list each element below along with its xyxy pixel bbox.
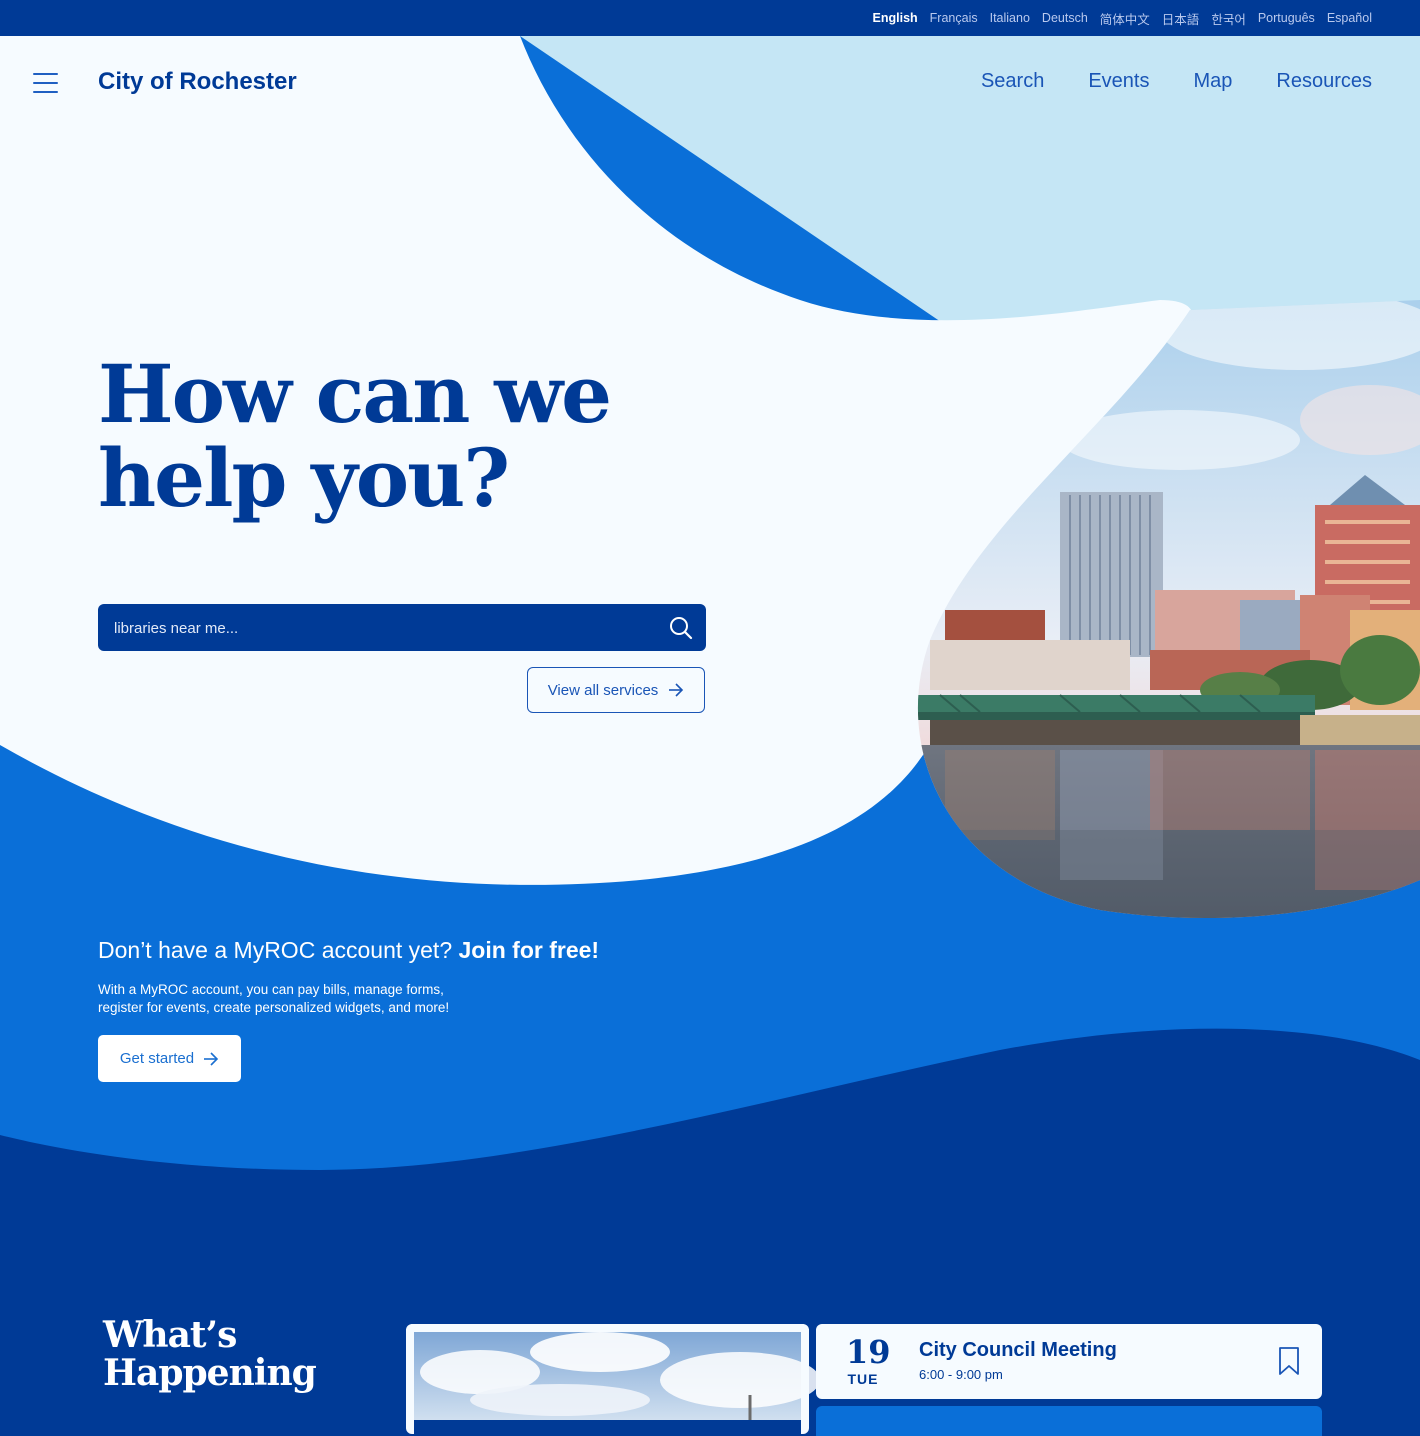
search-bar [98, 604, 706, 653]
language-korean[interactable]: 한국어 [1211, 9, 1246, 28]
language-bar: English Français Italiano Deutsch 简体中文 日… [0, 0, 1420, 36]
event-card-next[interactable] [816, 1406, 1322, 1436]
whats-happening-title-line1: What’s [103, 1314, 237, 1356]
event-day: 19 [846, 1333, 891, 1371]
event-card[interactable]: 19 TUE City Council Meeting 6:00 - 9:00 … [816, 1324, 1322, 1399]
whats-happening-title: What’s Happening [103, 1316, 363, 1392]
account-cta-description-line2: register for events, create personalized… [98, 1000, 450, 1015]
language-deutsch[interactable]: Deutsch [1042, 11, 1088, 25]
nav-resources[interactable]: Resources [1276, 70, 1372, 93]
account-cta-title-emphasis: Join for free! [458, 937, 600, 963]
language-english[interactable]: English [873, 11, 918, 25]
view-all-services-label: View all services [547, 681, 659, 699]
language-italiano[interactable]: Italiano [990, 11, 1030, 25]
site-title[interactable]: City of Rochester [98, 68, 297, 96]
hero-title-line2: help you? [98, 431, 510, 525]
account-cta-description: With a MyROC account, you can pay bills,… [98, 981, 518, 1017]
arrow-right-icon [204, 1051, 219, 1066]
language-japanese[interactable]: 日本語 [1162, 9, 1200, 28]
language-portugues[interactable]: Português [1258, 11, 1315, 25]
language-espanol[interactable]: Español [1327, 11, 1372, 25]
featured-story-card[interactable] [406, 1324, 809, 1434]
account-cta-title: Don’t have a MyROC account yet? Join for… [98, 937, 599, 964]
bookmark-icon[interactable] [1278, 1346, 1300, 1376]
get-started-label: Get started [119, 1050, 195, 1067]
arrow-right-icon [669, 683, 684, 697]
view-all-services-button[interactable]: View all services [527, 667, 705, 713]
nav-events[interactable]: Events [1088, 70, 1149, 93]
search-input[interactable] [112, 604, 646, 653]
event-title: City Council Meeting [919, 1339, 1117, 1361]
main-nav: Search Events Map Resources [981, 70, 1372, 93]
event-time: 6:00 - 9:00 pm [919, 1367, 1003, 1382]
language-francais[interactable]: Français [930, 11, 978, 25]
nav-map[interactable]: Map [1193, 70, 1232, 93]
language-chinese[interactable]: 简体中文 [1100, 9, 1150, 28]
background-shapes [0, 0, 1420, 1420]
account-cta-description-line1: With a MyROC account, you can pay bills,… [98, 982, 444, 997]
event-weekday: TUE [847, 1371, 879, 1387]
hero-title: How can we help you? [98, 352, 658, 520]
get-started-button[interactable]: Get started [98, 1035, 241, 1082]
nav-search[interactable]: Search [981, 70, 1044, 93]
hero-title-line1: How can we [98, 347, 612, 441]
whats-happening-title-line2: Happening [103, 1352, 317, 1394]
account-cta-title-prefix: Don’t have a MyROC account yet? [98, 937, 453, 963]
menu-icon[interactable] [33, 73, 58, 93]
featured-story-image-frame [406, 1324, 809, 1434]
search-icon[interactable] [668, 615, 694, 641]
language-list: English Français Italiano Deutsch 简体中文 日… [873, 0, 1372, 36]
